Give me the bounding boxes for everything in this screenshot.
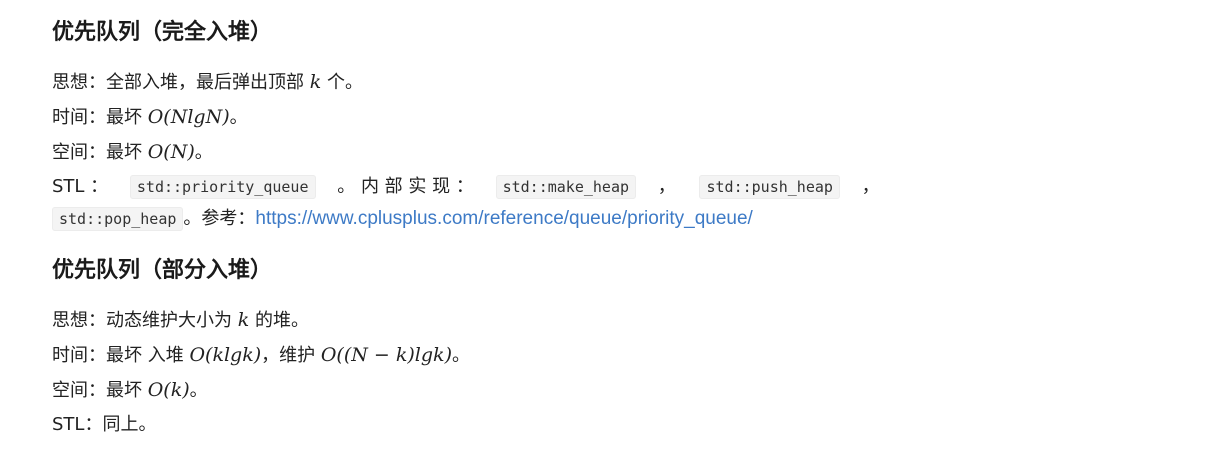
idea-line-full-heap: 思想：全部入堆，最后弹出顶部 k 个。 — [52, 69, 363, 96]
idea-suffix: 的堆。 — [249, 310, 309, 331]
math-space-complexity: O(N) — [147, 141, 195, 163]
time-label: 时间：最坏 入堆 — [52, 345, 190, 366]
separator: ， — [657, 176, 676, 197]
time-suffix: 。 — [229, 107, 248, 128]
ref-label: 。参考： — [183, 208, 256, 229]
stl-line-partial-heap: STL：同上。 — [52, 414, 157, 435]
idea-line-partial-heap: 思想：动态维护大小为 k 的堆。 — [52, 307, 309, 334]
time-line-partial-heap: 时间：最坏 入堆 O(klgk)，维护 O((N − k)lgk)。 — [52, 342, 470, 369]
reference-line-full-heap: std::pop_heap 。参考：https://www.cplusplus.c… — [52, 206, 753, 232]
section-title-full-heap: 优先队列（完全入堆） — [52, 20, 273, 45]
idea-text: 思想：动态维护大小为 — [52, 310, 238, 331]
math-maintain-complexity: O((N − k)lgk) — [320, 344, 452, 366]
time-suffix: 。 — [451, 345, 470, 366]
reference-link[interactable]: https://www.cplusplus.com/reference/queu… — [255, 208, 752, 229]
stl-label: STL ： — [52, 176, 109, 197]
code-pop-heap: std::pop_heap — [52, 207, 184, 231]
section-title-partial-heap: 优先队列（部分入堆） — [52, 258, 273, 283]
code-priority-queue: std::priority_queue — [129, 175, 316, 199]
space-line-full-heap: 空间：最坏 O(N)。 — [52, 139, 213, 166]
math-k: k — [309, 71, 322, 93]
space-label: 空间：最坏 — [52, 142, 148, 163]
time-label: 时间：最坏 — [52, 107, 148, 128]
math-k: k — [237, 309, 250, 331]
math-time-complexity: O(NlgN) — [147, 106, 230, 128]
code-make-heap: std::make_heap — [495, 175, 637, 199]
time-mid: ，维护 — [261, 345, 321, 366]
space-suffix: 。 — [194, 142, 213, 163]
separator: ， — [861, 176, 880, 197]
stl-impl-label: 。 内 部 实 现 ： — [337, 176, 474, 197]
time-line-full-heap: 时间：最坏 O(NlgN)。 — [52, 104, 248, 131]
stl-line-full-heap: STL ： std::priority_queue 。 内 部 实 现 ： st… — [52, 174, 880, 200]
code-push-heap: std::push_heap — [699, 175, 840, 199]
math-insert-complexity: O(klgk) — [189, 344, 262, 366]
idea-suffix: 个。 — [321, 72, 363, 93]
idea-text: 思想：全部入堆，最后弹出顶部 — [52, 72, 310, 93]
space-label: 空间：最坏 — [52, 380, 148, 401]
math-space-complexity: O(k) — [147, 379, 190, 401]
space-suffix: 。 — [189, 380, 208, 401]
space-line-partial-heap: 空间：最坏 O(k)。 — [52, 377, 208, 404]
